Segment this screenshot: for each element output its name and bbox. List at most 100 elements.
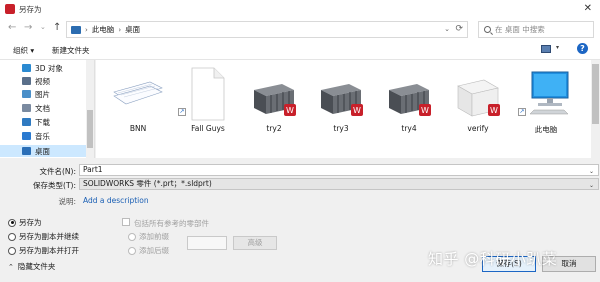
shortcut-arrow-icon: ↗ (178, 108, 186, 116)
solidworks-assembly-icon: W (254, 84, 296, 116)
command-toolbar: 组织 ▾ 新建文件夹 ▾ ? (0, 40, 600, 60)
3d-objects-icon (22, 64, 31, 72)
radio-add-prefix[interactable]: 添加前缀 (128, 231, 169, 242)
advanced-button[interactable]: 高级 (233, 236, 277, 250)
file-item-try4[interactable]: W try4 (377, 60, 441, 158)
radio-label: 另存为副本并打开 (19, 246, 79, 255)
radio-save-copy-continue[interactable]: 另存为副本并继续 (8, 231, 79, 242)
refresh-icon[interactable]: ⟳ (455, 24, 463, 34)
file-item-fall-guys[interactable]: ↗ Fall Guys (176, 60, 240, 158)
filetype-label: 保存类型(T): (33, 181, 76, 190)
file-label: try4 (401, 124, 417, 133)
up-arrow-icon[interactable]: ↑ (53, 22, 61, 33)
videos-icon (22, 77, 31, 85)
sidebar-item-desktop[interactable]: 桌面 (0, 145, 87, 157)
sidebar-item-label: 文档 (35, 103, 50, 113)
svg-text:W: W (421, 106, 429, 115)
radio-button-selected[interactable] (8, 218, 16, 227)
radio-save-copy-open[interactable]: 另存为副本并打开 (8, 245, 79, 256)
sidebar-item-label: 视频 (35, 76, 50, 86)
prefix-suffix-input[interactable] (187, 236, 227, 250)
downloads-icon (22, 118, 31, 126)
file-item-verify[interactable]: W verify (446, 60, 510, 158)
breadcrumb-separator: › (85, 25, 88, 34)
file-label: try2 (266, 124, 282, 133)
file-item-try2[interactable]: W try2 (242, 60, 306, 158)
search-input[interactable] (495, 25, 591, 34)
filename-dropdown-icon[interactable]: ⌄ (589, 167, 594, 177)
window-title: 另存为 (19, 4, 42, 14)
watermark-text: 知乎 @科研小趴菜 (428, 250, 558, 268)
sidebar-scrollbar[interactable] (86, 60, 94, 158)
scrollbar-thumb[interactable] (592, 64, 599, 124)
address-dropdown-icon[interactable]: ⌄ (444, 25, 450, 33)
file-item-this-pc[interactable]: ↗ 此电脑 (514, 60, 578, 158)
view-chevron-icon[interactable]: ▾ (556, 44, 559, 51)
breadcrumb-separator: › (118, 25, 122, 34)
file-item-bnn[interactable]: BNN (106, 60, 170, 158)
include-references-checkbox[interactable] (122, 218, 130, 226)
breadcrumb-this-pc[interactable]: 此电脑 (92, 24, 115, 35)
hide-folders-label: 隐藏文件夹 (17, 262, 56, 271)
shortcut-arrow-icon: ↗ (518, 108, 526, 116)
sidebar-item-documents[interactable]: 文档 (22, 102, 92, 114)
filetype-select[interactable]: SOLIDWORKS 零件 (*.prt；*.sldprt) ⌄ (79, 178, 599, 190)
radio-save-as[interactable]: 另存为 (8, 217, 42, 228)
close-icon[interactable]: ✕ (584, 3, 592, 14)
file-label: try3 (333, 124, 349, 133)
filename-value: Part1 (83, 165, 103, 174)
back-arrow-icon[interactable]: ← (8, 22, 16, 33)
file-item-try3[interactable]: W try3 (309, 60, 373, 158)
sidebar-item-music[interactable]: 音乐 (22, 130, 92, 142)
filename-field[interactable]: Part1 ⌄ (79, 164, 599, 176)
file-label: verify (467, 124, 489, 133)
chevron-up-icon: ⌃ (8, 262, 14, 271)
desktop-folder-icon (71, 25, 81, 34)
breadcrumb-desktop[interactable]: 桌面 (125, 24, 140, 35)
document-stack-icon (113, 81, 163, 105)
description-label: 说明: (58, 197, 76, 206)
sidebar-item-label: 音乐 (35, 131, 50, 141)
organize-menu-button[interactable]: 组织 ▾ (13, 45, 34, 56)
radio-button[interactable] (128, 232, 136, 241)
add-description-link[interactable]: Add a description (83, 196, 149, 205)
svg-text:W: W (353, 106, 361, 115)
recent-locations-chevron-icon[interactable]: ⌄ (40, 23, 46, 31)
hide-folders-toggle[interactable]: ⌃ 隐藏文件夹 (8, 261, 55, 272)
view-options-icon[interactable] (541, 45, 551, 53)
file-label: Fall Guys (191, 124, 225, 133)
radio-button[interactable] (8, 232, 16, 241)
sidebar-item-label: 桌面 (35, 146, 50, 156)
desktop-icon (22, 147, 31, 155)
solidworks-app-icon (5, 4, 15, 14)
documents-icon (22, 104, 31, 112)
music-icon (22, 132, 31, 140)
search-icon (484, 26, 491, 33)
radio-add-suffix[interactable]: 添加后缀 (128, 245, 169, 256)
file-list-scrollbar[interactable] (591, 60, 600, 158)
title-bar: 另存为 ✕ (0, 0, 600, 18)
this-pc-icon (529, 71, 569, 115)
sidebar-item-3d-objects[interactable]: 3D 对象 (22, 62, 92, 74)
solidworks-part-icon: W (457, 79, 500, 117)
scrollbar-thumb[interactable] (87, 110, 93, 148)
help-icon[interactable]: ? (577, 43, 588, 54)
radio-button[interactable] (8, 246, 16, 255)
radio-button[interactable] (128, 246, 136, 255)
forward-arrow-icon[interactable]: → (24, 22, 32, 33)
sidebar-item-label: 下载 (35, 117, 50, 127)
navigation-pane: 3D 对象 视频 图片 文档 下载 音乐 桌面 (0, 60, 95, 158)
sidebar-item-downloads[interactable]: 下载 (22, 116, 92, 128)
sidebar-item-pictures[interactable]: 图片 (22, 88, 92, 100)
blank-file-shortcut-icon (191, 67, 225, 121)
address-bar[interactable]: › 此电脑 › 桌面 ⌄ ⟳ (66, 21, 468, 38)
save-options-panel: 文件名(N): Part1 ⌄ 保存类型(T): SOLIDWORKS 零件 (… (0, 158, 600, 282)
include-references-label: 包括所有参考的零部件 (134, 219, 209, 228)
sidebar-item-videos[interactable]: 视频 (22, 75, 92, 87)
new-folder-button[interactable]: 新建文件夹 (52, 45, 90, 56)
filetype-dropdown-icon[interactable]: ⌄ (589, 181, 594, 191)
search-box[interactable] (478, 21, 594, 38)
filename-label: 文件名(N): (39, 167, 77, 176)
sidebar-item-label: 图片 (35, 89, 50, 99)
radio-label: 另存为 (19, 218, 42, 227)
